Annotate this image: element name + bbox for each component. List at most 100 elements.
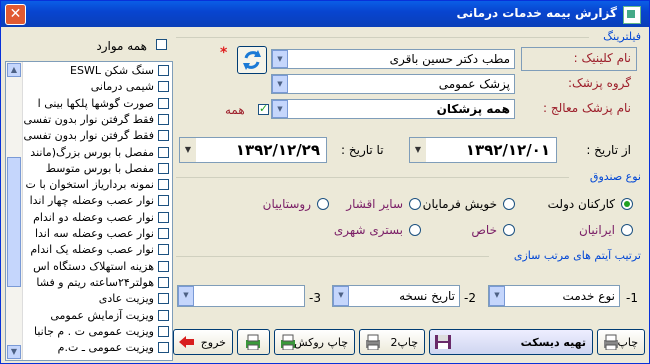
list-item[interactable]: ویزیت آزمایش عمومی <box>23 309 172 324</box>
list-item-label: مفصل با بورس متوسط <box>45 161 154 175</box>
fund-type-radio[interactable] <box>317 198 329 210</box>
chevron-down-icon[interactable]: ▼ <box>178 286 194 306</box>
list-item-checkbox[interactable] <box>158 162 169 174</box>
list-item[interactable]: نوار عصب وعضله دو اندام <box>23 211 172 226</box>
list-item[interactable]: فقط گرفتن نوار بدون تفسی <box>23 113 172 128</box>
list-item[interactable]: مفصل با بورس بزرگ(مانند <box>23 146 172 161</box>
exit-arrow-icon <box>179 336 194 348</box>
app-icon <box>623 6 641 24</box>
scroll-down-button[interactable]: ▼ <box>7 345 21 359</box>
list-item-checkbox[interactable] <box>158 130 169 142</box>
list-item-label: نوار عصب وعضله سه اندا <box>34 227 154 240</box>
clinic-combo[interactable]: ▼ مطب دکتر حسین باقری <box>271 49 515 69</box>
doctor-group-combo[interactable]: ▼ پزشک عمومی <box>271 74 515 94</box>
list-item-checkbox[interactable] <box>158 146 169 158</box>
scroll-thumb[interactable] <box>7 157 21 287</box>
fund-type-label: ایرانیان <box>578 223 615 237</box>
select-all-checkbox[interactable] <box>156 39 167 50</box>
print-cover-button[interactable]: چاپ روکش <box>274 329 355 355</box>
services-listbox[interactable]: ▲ ▼ سنگ شکن ESWL شیمی درمانی صورت گوشها پل… <box>5 61 173 361</box>
list-item-checkbox[interactable] <box>158 211 169 223</box>
chevron-down-icon[interactable]: ▼ <box>410 138 426 162</box>
report-window: ✕ گزارش بیمه خدمات درمانی همه موارد ▲ ▼ … <box>0 0 650 364</box>
from-date-field[interactable]: ▼ ۱۳۹۲/۱۲/۰۱ <box>409 137 557 163</box>
list-item[interactable]: نوار عصب وعضله چهار اندا <box>23 194 172 209</box>
sort-group-title: ترتیب آیتم های مرتب سازی <box>513 249 641 262</box>
scroll-up-button[interactable]: ▲ <box>7 63 21 77</box>
chevron-down-icon[interactable]: ▼ <box>272 100 288 118</box>
list-item-checkbox[interactable] <box>158 195 169 207</box>
close-button[interactable]: ✕ <box>5 4 26 25</box>
refresh-button[interactable] <box>237 46 267 74</box>
to-date-label: تا تاریخ : <box>341 143 384 157</box>
list-item-checkbox[interactable] <box>158 276 169 288</box>
services-list-panel: همه موارد ▲ ▼ سنگ شکن ESWL شیمی درمانی صور… <box>5 31 173 361</box>
chevron-down-icon[interactable]: ▼ <box>272 75 288 93</box>
list-item[interactable]: صورت گوشها پلکها بینی ا <box>23 97 172 112</box>
list-item[interactable]: نمونه برداریاز استخوان با ت <box>23 178 172 193</box>
list-item-checkbox[interactable] <box>158 293 169 305</box>
list-item[interactable]: هولتر۲۴ساعته ریتم و فشا <box>23 276 172 291</box>
list-item[interactable]: مفصل با بورس متوسط <box>23 162 172 177</box>
print2-button[interactable]: چاپ2 <box>359 329 425 355</box>
list-item-checkbox[interactable] <box>158 81 169 93</box>
all-doctors-label: همه <box>225 103 245 117</box>
list-item[interactable]: هزینه استهلاک دستگاه اس <box>23 260 172 275</box>
sort1-combo[interactable]: ▼ نوع خدمت <box>488 285 620 307</box>
chevron-down-icon[interactable]: ▼ <box>489 286 505 306</box>
list-item-checkbox[interactable] <box>158 179 169 191</box>
list-item-checkbox[interactable] <box>158 113 169 125</box>
from-date-value: ۱۳۹۲/۱۲/۰۱ <box>465 141 550 159</box>
list-item-checkbox[interactable] <box>158 325 169 337</box>
fund-type-radio[interactable] <box>503 224 515 236</box>
list-item-checkbox[interactable] <box>158 97 169 109</box>
chevron-down-icon[interactable]: ▼ <box>333 286 349 306</box>
to-date-field[interactable]: ▼ ۱۳۹۲/۱۲/۲۹ <box>179 137 327 163</box>
treating-doctor-combo[interactable]: ▼ همه پزشکان <box>271 99 515 119</box>
clinic-value: مطب دکتر حسین باقری <box>389 52 510 66</box>
list-item-label: صورت گوشها پلکها بینی ا <box>37 96 154 110</box>
print-preview-button[interactable] <box>237 329 270 355</box>
printer-green-icon <box>246 334 260 350</box>
fund-type-radio[interactable] <box>621 224 633 236</box>
list-item[interactable]: نوار عصب وعضله یک اندام <box>23 243 172 258</box>
chevron-down-icon[interactable]: ▼ <box>180 138 196 162</box>
list-item[interactable]: سنگ شکن ESWL <box>23 64 172 79</box>
list-item-checkbox[interactable] <box>158 228 169 239</box>
print-button[interactable]: چاپ <box>597 329 645 355</box>
list-item-label: نمونه برداریاز استخوان با ت <box>25 178 154 192</box>
list-item-checkbox[interactable] <box>158 260 169 272</box>
list-item-checkbox[interactable] <box>158 65 169 76</box>
list-item-checkbox[interactable] <box>158 309 169 321</box>
prepare-disk-button[interactable]: تهیه دیسکت <box>429 329 593 355</box>
list-item[interactable]: نوار عصب وعضله سه اندا <box>23 227 172 242</box>
printer-icon <box>366 334 380 350</box>
list-item-checkbox[interactable] <box>158 342 169 354</box>
fund-type-radio[interactable] <box>621 198 633 210</box>
list-item-checkbox[interactable] <box>158 244 169 256</box>
sort2-value: تاریخ نسخه <box>399 289 455 303</box>
fund-type-radio[interactable] <box>503 198 515 210</box>
fund-type-radio[interactable] <box>409 224 421 236</box>
sort3-combo[interactable]: ▼ <box>177 285 305 307</box>
from-date-label: از تاریخ : <box>586 143 631 157</box>
filtering-group-title: فیلترینگ <box>603 30 641 43</box>
sort1-value: نوع خدمت <box>562 289 615 303</box>
sort2-combo[interactable]: ▼ تاریخ نسخه <box>332 285 460 307</box>
list-item[interactable]: فقط گرفتن نوار بدون تفسی <box>23 129 172 144</box>
vertical-scrollbar[interactable]: ▲ ▼ <box>6 62 23 360</box>
exit-button[interactable]: خروج <box>173 329 233 355</box>
fund-type-radio[interactable] <box>409 198 421 210</box>
all-doctors-checkbox[interactable] <box>258 102 269 115</box>
list-item[interactable]: شیمی درمانی <box>23 80 172 95</box>
refresh-icon <box>243 50 261 70</box>
filtering-divider <box>176 37 589 38</box>
print-cover-label: چاپ روکش <box>294 336 348 349</box>
chevron-down-icon[interactable]: ▼ <box>272 50 288 68</box>
list-item[interactable]: ویزیت عادی <box>23 292 172 307</box>
list-item[interactable]: ویزیت عمومی ت . م جانبا <box>23 325 172 340</box>
title-bar: ✕ گزارش بیمه خدمات درمانی <box>1 1 649 27</box>
list-item[interactable]: ویزیت عمومی ـ ت.م <box>23 341 172 356</box>
fund-type-label: روستاییان <box>262 197 311 211</box>
treating-doctor-label: نام پزشک معالج : <box>543 101 631 115</box>
